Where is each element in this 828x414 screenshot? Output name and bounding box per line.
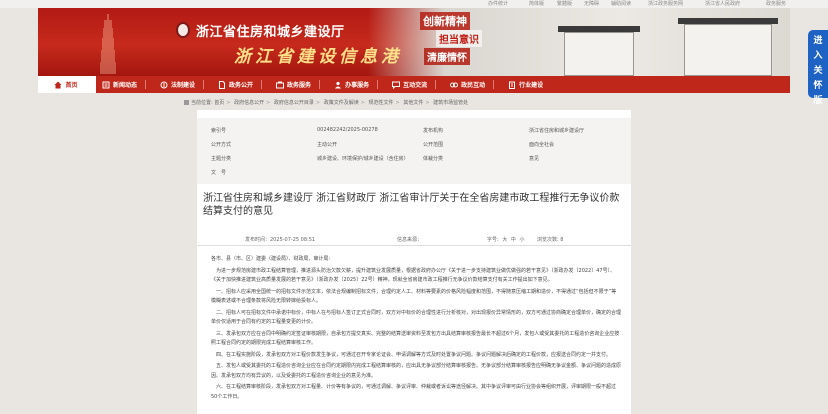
topbar-link-accessibility[interactable]: 无障碍 [584, 0, 599, 8]
meta-value: 面向全社会 [529, 142, 555, 148]
article-paragraph: 六、在工程结算审核阶段，发承包双方对工程量、计价等有争议的，可通过调解、争议评审… [211, 384, 617, 400]
legal-icon [160, 81, 168, 89]
site-banner: 浙江省住房和城乡建设厅 浙江省建设信息港 创新精神 担当意识 清廉情怀 [38, 8, 790, 76]
article-info-bar: 发布时间：2025-07-25 08:51 信息来源： 字号: 大 中 小 浏览… [197, 236, 631, 246]
article-paragraph: 为进一步规范房建市政工程结算管理，推进源头防治欠款欠薪，提升建筑业发展质量，根据… [211, 267, 616, 284]
topbar-link-zj-service[interactable]: 浙江政务服务网 [648, 0, 683, 8]
breadcrumb-prefix: 当前位置: [191, 100, 213, 106]
nav-item-gov-open[interactable]: 政务公开 [212, 76, 270, 93]
breadcrumb-item[interactable]: 其他文件 [403, 100, 423, 106]
meta-label: 体裁分类 [423, 156, 444, 162]
breadcrumb-item[interactable]: 政府信息公开 [234, 100, 264, 106]
slogan-innovation: 创新精神 [420, 12, 470, 30]
people-icon [334, 81, 342, 89]
site-name[interactable]: 浙江省住房和城乡建设厅 [196, 21, 345, 40]
pagoda-silhouette [100, 14, 116, 74]
meta-label: 公开方式 [211, 142, 232, 148]
text-size-medium[interactable]: 中 [511, 237, 516, 243]
news-icon [102, 81, 110, 89]
service-icon [276, 81, 285, 89]
text-size-large[interactable]: 大 [502, 237, 507, 243]
breadcrumb-item[interactable]: 政府信息公开目录 [274, 100, 314, 106]
nav-label: 法制建设 [171, 82, 196, 89]
article-paragraph: 五、发包人或受其委托的工程造价咨询企业应在合同约定期限内完成工程结算审核的，应出… [211, 363, 622, 379]
nav-label: 办事服务 [345, 82, 370, 89]
article-paragraph: 四、在工程实施阶段，发承包双方对工程价款发生争议，可通过召开专家论证会、申请调解… [216, 351, 612, 358]
meta-label: 发布机构 [423, 128, 444, 134]
text-size-control: 字号: 大 中 小 [487, 236, 525, 243]
meta-label: 主题分类 [211, 156, 232, 162]
document-icon [218, 80, 226, 89]
meta-label: 索引号 [211, 128, 227, 134]
nav-item-legal[interactable]: 法制建设 [154, 76, 212, 93]
chat-icon [392, 81, 401, 89]
nav-label: 政务公开 [229, 82, 254, 89]
article-panel: 索引号 002482242/2025-00278 发布机构 浙江省住房和城乡建设… [197, 110, 631, 414]
breadcrumb-item[interactable]: 政策文件及解读 [324, 100, 359, 106]
meta-label: 文 号 [211, 170, 227, 176]
handshake-icon [450, 81, 459, 89]
topbar-link-stats[interactable]: 办件统计 [488, 0, 508, 8]
banner-house [684, 24, 772, 76]
home-icon [54, 81, 62, 89]
meta-value: 意见 [529, 156, 540, 162]
article-paragraph: 各市、县（市、区）建委（建设局）、财政局、审计局: [211, 256, 331, 262]
nav-item-industry[interactable]: 行业建设 [502, 76, 551, 93]
nav-label: 政务服务 [287, 82, 312, 89]
article-title: 浙江省住房和城乡建设厅 浙江省财政厅 浙江省审计厅关于在全省房建市政工程推行无争… [203, 193, 620, 217]
nav-item-news[interactable]: 新闻动态 [96, 76, 154, 93]
meta-value: 城乡建设、环境保护/城乡建设（含住房） [317, 156, 409, 162]
slogan-integrity: 清廉情怀 [424, 48, 470, 65]
article-body: 各市、县（市、区）建委（建设局）、财政局、审计局: 为进一步规范房建市政工程结算… [211, 255, 621, 404]
view-count: 浏览次数: 8 [537, 237, 564, 243]
site-logo-icon[interactable] [176, 22, 190, 38]
meta-value: 002482242/2025-00278 [317, 127, 378, 133]
topbar-link-zj-gov[interactable]: 浙江省人民政府 [705, 0, 740, 8]
text-size-label: 字号: [487, 237, 499, 243]
nav-item-interaction[interactable]: 互动交流 [386, 76, 444, 93]
nav-label: 首页 [65, 82, 78, 89]
topbar-link-traditional[interactable]: 繁體版 [557, 0, 572, 8]
article-paragraph: 二、招标人可在招标文件中承诺中标价，中标人在与招标人签订正式合同时，双方对中标价… [211, 309, 622, 326]
text-size-small[interactable]: 小 [520, 237, 525, 243]
breadcrumb-item[interactable]: 规范性文件 [369, 100, 394, 106]
breadcrumb-item[interactable]: 首页 [214, 100, 224, 106]
publish-date: 发布时间：2025-07-25 08:51 [245, 237, 316, 243]
topbar-link-simplified[interactable]: 简体版 [529, 0, 544, 8]
topbar-link-assist-reading[interactable]: 辅助阅读 [611, 0, 631, 8]
location-icon [184, 100, 189, 105]
info-source: 信息来源： [397, 237, 423, 243]
breadcrumb: 当前位置: 首页 > 政府信息公开 > 政府信息公开目录 > 政策文件及解读 > 规范性… [184, 99, 468, 106]
care-mode-label: 进入关怀版 [813, 36, 823, 106]
meta-value: 主动公开 [317, 142, 338, 148]
article-paragraph: 一、招标人应采用全国统一的招标文件示范文本，依法合规编制招标文件，合理约定人工、… [211, 288, 617, 305]
nav-item-gov-service[interactable]: 政务服务 [270, 76, 328, 93]
nav-item-public-interaction[interactable]: 政民互动 [444, 76, 502, 93]
nav-label: 行业建设 [519, 82, 544, 89]
breadcrumb-item[interactable]: 建筑市场监管处 [433, 100, 468, 106]
nav-label: 互动交流 [403, 82, 428, 89]
banner-house [564, 32, 634, 76]
document-metadata-table: 索引号 002482242/2025-00278 发布机构 浙江省住房和城乡建设… [197, 118, 631, 184]
main-nav: 首页 新闻动态 法制建设 政务公开 政务服务 办事服务 互动交流 政民互动 行业… [38, 76, 790, 93]
nav-label: 政民互动 [461, 82, 486, 89]
meta-label: 公开范围 [423, 142, 444, 148]
care-mode-button[interactable]: 进入关怀版 [808, 30, 828, 106]
site-subtitle: 浙江省建设信息港 [234, 47, 402, 67]
meta-value: 浙江省住房和城乡建设厅 [529, 128, 585, 134]
topbar-link-gov-service[interactable]: 政务服务 [766, 0, 786, 8]
nav-label: 新闻动态 [113, 82, 138, 89]
nav-item-affairs[interactable]: 办事服务 [328, 76, 386, 93]
article-paragraph: 三、发承包双方应在合同中明确约定签证审核期限，自承包方提交真实、完整的结算送审资… [211, 330, 620, 347]
building-icon [508, 81, 516, 89]
nav-item-home[interactable]: 首页 [38, 76, 96, 93]
slogan-responsibility: 担当意识 [436, 30, 482, 47]
top-utility-bar: 办件统计 简体版 繁體版 无障碍 辅助阅读 浙江政务服务网 浙江省人民政府 政务… [0, 0, 828, 8]
